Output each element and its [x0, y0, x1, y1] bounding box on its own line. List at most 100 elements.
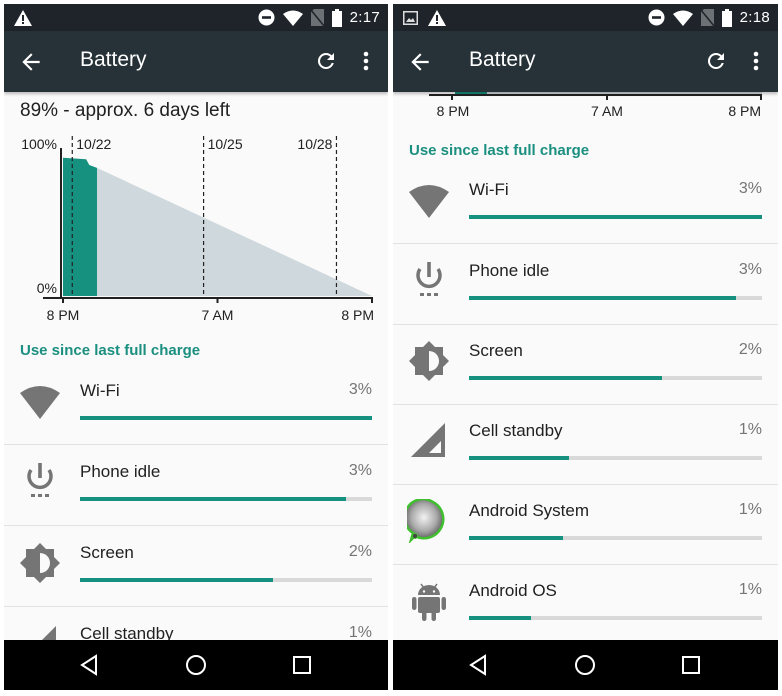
usage-bar-fill [469, 536, 563, 540]
nav-back-icon[interactable] [77, 652, 103, 678]
usage-bar [469, 296, 762, 300]
status-bar: 2:17 [4, 4, 388, 31]
usage-bar [469, 215, 762, 219]
date-marker-label: 10/22 [76, 136, 111, 152]
usage-label: Cell standby [469, 421, 563, 440]
usage-item-screen[interactable]: Screen 2% [393, 324, 778, 405]
usage-bar [469, 376, 762, 380]
warning-icon [428, 9, 446, 26]
projected-area-remnant [487, 92, 762, 94]
navigation-bar [393, 640, 778, 690]
status-bar: 2:18 [393, 4, 778, 31]
x-tick-label: 8 PM [437, 103, 470, 119]
cell-signal-icon [42, 626, 56, 640]
refresh-icon[interactable] [704, 49, 728, 73]
x-tick-label: 7 AM [202, 307, 234, 323]
more-vert-icon[interactable] [356, 49, 376, 73]
usage-percent: 1% [348, 624, 372, 640]
usage-percent: 2% [348, 543, 372, 560]
page-title: Battery [80, 48, 147, 71]
no-sim-icon [310, 9, 324, 26]
nav-home-icon[interactable] [183, 652, 209, 678]
usage-item-cell-standby[interactable]: Cell standby 1% [4, 607, 388, 640]
no-sim-icon [700, 9, 714, 26]
usage-label: Phone idle [80, 462, 161, 481]
usage-bar-fill [469, 215, 762, 219]
refresh-icon[interactable] [314, 49, 338, 73]
nav-recents-icon[interactable] [678, 652, 704, 678]
usage-item-android-system[interactable]: Android System 1% [393, 484, 778, 565]
wifi-icon [20, 386, 60, 419]
nav-recents-icon[interactable] [289, 652, 315, 678]
app-toolbar: Battery [393, 31, 778, 92]
usage-label: Android OS [469, 581, 557, 600]
usage-bar-fill [469, 296, 736, 300]
more-vert-icon[interactable] [746, 49, 766, 73]
usage-bar [469, 456, 762, 460]
app-toolbar: Battery [4, 31, 388, 92]
usage-bar-fill [80, 578, 273, 582]
x-tick-label: 8 PM [341, 307, 374, 323]
projected-area [96, 167, 373, 296]
battery-chart-scrolled: 8 PM 7 AM 8 PM [429, 92, 762, 119]
battery-content: 8 PM 7 AM 8 PM Use since last full charg… [393, 92, 778, 640]
date-marker-label: 10/25 [208, 136, 243, 152]
nav-home-icon[interactable] [572, 652, 598, 678]
usage-bar [80, 416, 372, 420]
usage-percent: 3% [738, 180, 762, 197]
usage-bar-fill [469, 616, 531, 620]
navigation-bar [4, 640, 388, 690]
brightness-icon [20, 543, 60, 583]
status-time: 2:17 [349, 9, 380, 26]
x-tick-label: 8 PM [47, 307, 80, 323]
section-header: Use since last full charge [409, 142, 590, 159]
android-system-icon [407, 499, 445, 543]
battery-icon [721, 8, 732, 27]
section-header: Use since last full charge [20, 342, 201, 359]
phone-screen-right: 2:18 Battery 8 PM 7 AM 8 PM Use since la… [393, 4, 778, 690]
battery-icon [331, 8, 342, 27]
usage-bar [80, 497, 372, 501]
usage-label: Wi-Fi [469, 180, 509, 199]
wifi-icon [672, 10, 693, 26]
usage-bar [469, 536, 762, 540]
usage-percent: 1% [738, 501, 762, 518]
usage-item-wifi[interactable]: Wi-Fi 3% [4, 364, 388, 445]
y-tick-label: 100% [21, 136, 57, 152]
status-time: 2:18 [739, 9, 770, 26]
nav-back-icon[interactable] [466, 652, 492, 678]
history-area-remnant [455, 92, 487, 94]
usage-item-cell-standby[interactable]: Cell standby 1% [393, 404, 778, 485]
usage-item-phone-idle[interactable]: Phone idle 3% [4, 445, 388, 526]
power-idle-icon [27, 463, 53, 497]
usage-percent: 3% [348, 462, 372, 479]
usage-item-wifi[interactable]: Wi-Fi 3% [393, 163, 778, 244]
usage-item-phone-idle[interactable]: Phone idle 3% [393, 244, 778, 325]
wifi-icon [409, 185, 449, 218]
usage-label: Android System [469, 501, 589, 520]
usage-label: Cell standby [80, 624, 174, 640]
usage-item-screen[interactable]: Screen 2% [4, 526, 388, 607]
usage-bar-fill [80, 416, 372, 420]
date-marker-label: 10/28 [297, 136, 332, 152]
usage-label: Screen [80, 543, 134, 562]
usage-bar-fill [80, 497, 346, 501]
usage-percent: 3% [738, 261, 762, 278]
phone-screen-left: 2:17 Battery 89% - approx. 6 days left 1… [4, 4, 388, 690]
arrow-back-icon[interactable] [407, 49, 433, 75]
usage-percent: 1% [738, 581, 762, 598]
brightness-icon [409, 341, 449, 381]
android-icon [412, 583, 446, 621]
history-area [63, 157, 97, 296]
usage-item-android-os[interactable]: Android OS 1% [393, 564, 778, 640]
battery-content: 89% - approx. 6 days left 100% 0% 8 PM 7… [4, 92, 388, 640]
usage-percent: 2% [738, 341, 762, 358]
do-not-disturb-icon [648, 9, 665, 26]
x-tick-label: 7 AM [591, 103, 623, 119]
page-title: Battery [469, 48, 536, 71]
y-tick-label: 0% [37, 280, 57, 296]
warning-icon [14, 9, 32, 26]
wifi-icon [282, 10, 303, 26]
arrow-back-icon[interactable] [18, 49, 44, 75]
do-not-disturb-icon [258, 9, 275, 26]
